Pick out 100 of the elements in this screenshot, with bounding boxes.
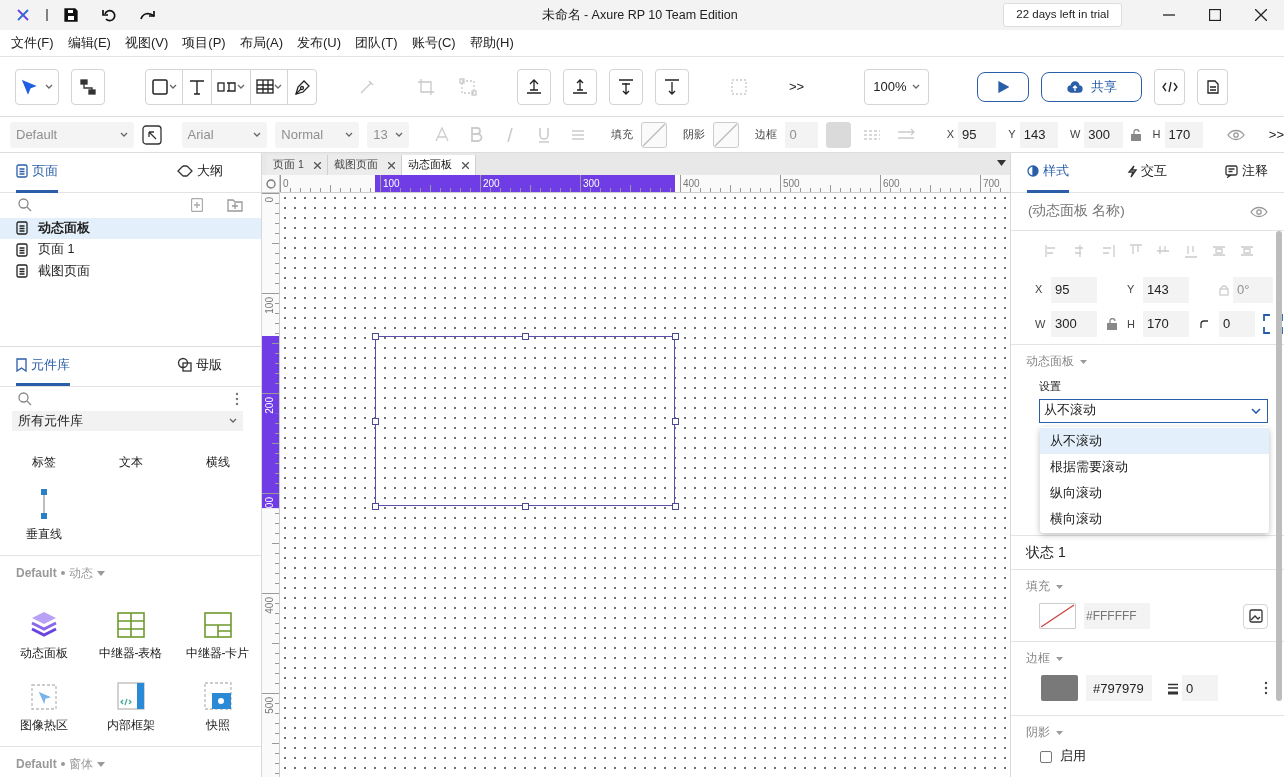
panel-tab[interactable]: 元件库 (16, 346, 70, 387)
visibility-icon[interactable] (1250, 205, 1268, 218)
tabs-menu-icon[interactable] (997, 159, 1006, 166)
document-button[interactable] (1197, 68, 1229, 105)
ruler-origin-icon[interactable] (265, 178, 276, 189)
widget-name-field[interactable]: (动态面板 名称) (1026, 200, 1250, 223)
fill-swatch[interactable] (641, 121, 668, 148)
geometry-field[interactable]: 300 (1084, 121, 1123, 148)
line-weight-icon[interactable] (1168, 683, 1178, 696)
section-title[interactable]: 动态面板 (1026, 353, 1074, 371)
geometry-field[interactable]: 95 (1051, 276, 1097, 303)
caret-icon[interactable] (1056, 730, 1063, 735)
resize-handle[interactable] (521, 502, 529, 510)
dropdown-option[interactable]: 从不滚动 (1040, 428, 1269, 454)
widget-label[interactable]: 中继器-卡片 (185, 644, 250, 662)
geometry-field[interactable]: 170 (1143, 311, 1189, 337)
close-icon[interactable] (387, 161, 395, 169)
menu-item[interactable]: 布局(A) (232, 33, 290, 53)
inspector-tab[interactable]: 注释 (1225, 152, 1268, 193)
lock-icon[interactable] (1107, 318, 1117, 330)
inspector-tab[interactable]: 样式 (1027, 152, 1069, 193)
more-format-button[interactable]: >> (1268, 124, 1284, 145)
code-button[interactable] (1154, 68, 1186, 105)
state-name[interactable]: 状态 1 (1026, 542, 1066, 563)
scrollbar[interactable] (1276, 231, 1282, 701)
menu-item[interactable]: 项目(P) (175, 33, 233, 53)
dynamic-panel-selection[interactable] (375, 336, 675, 506)
image-fill-button[interactable] (1243, 603, 1268, 629)
close-icon[interactable] (461, 161, 469, 169)
menu-item[interactable]: 编辑(E) (60, 33, 118, 53)
document-tab[interactable]: 动态面板 (401, 155, 476, 175)
page-list-item[interactable]: 动态面板 (0, 217, 261, 239)
share-button[interactable]: 共享 (1041, 71, 1143, 102)
add-folder-icon[interactable] (227, 198, 243, 213)
widget-label[interactable]: 快照 (205, 716, 230, 734)
close-icon[interactable] (1255, 9, 1267, 21)
panel-tab[interactable]: 母版 (177, 346, 223, 387)
caret-icon[interactable] (237, 83, 245, 90)
resize-handle[interactable] (371, 502, 379, 510)
menu-item[interactable]: 文件(F) (4, 33, 61, 53)
menu-item[interactable]: 帮助(H) (462, 33, 521, 53)
caret-icon[interactable] (1056, 656, 1063, 661)
panel-tab[interactable]: 大纲 (176, 152, 223, 193)
menu-item[interactable]: 账号(C) (404, 33, 463, 53)
border-color-swatch[interactable] (826, 121, 851, 148)
geometry-field[interactable]: 95 (958, 121, 997, 148)
redo-icon[interactable] (140, 9, 156, 21)
inspector-tab[interactable]: 交互 (1127, 152, 1168, 193)
search-icon[interactable] (18, 198, 32, 213)
border-color-field[interactable]: #797979 (1086, 675, 1152, 702)
resize-handle[interactable] (371, 332, 379, 340)
widget-label[interactable]: 垂直线 (25, 525, 62, 543)
caret-icon[interactable] (96, 570, 105, 576)
library-select[interactable]: 所有元件库 (12, 411, 243, 431)
menu-item[interactable]: 发布(U) (290, 33, 349, 53)
fill-swatch[interactable] (1039, 603, 1076, 630)
visibility-icon[interactable] (1226, 129, 1245, 142)
geometry-field[interactable]: 300 (1051, 311, 1097, 337)
document-tab[interactable]: 截图页面 (327, 155, 402, 175)
bring-forward-button[interactable] (563, 68, 597, 105)
widget-label[interactable]: 图像热区 (19, 716, 68, 734)
caret-icon[interactable] (1056, 584, 1063, 589)
section-title[interactable]: 边框 (1026, 650, 1050, 668)
geometry-field[interactable]: 143 (1143, 276, 1189, 303)
resize-handle[interactable] (671, 332, 679, 340)
resize-handle[interactable] (671, 417, 679, 425)
save-icon[interactable] (64, 8, 78, 22)
bring-to-front-button[interactable] (517, 68, 551, 105)
more-tools-button[interactable]: >> (789, 76, 805, 97)
caret-icon[interactable] (274, 83, 282, 90)
dropdown-option[interactable]: 横向滚动 (1040, 506, 1269, 532)
connector-tool-button[interactable] (71, 68, 105, 105)
shadow-swatch[interactable] (713, 121, 740, 148)
caret-icon[interactable] (169, 83, 177, 90)
widget-label[interactable]: 中继器-表格 (98, 644, 163, 662)
resize-handle[interactable] (521, 332, 529, 340)
caret-icon[interactable] (45, 83, 53, 90)
pointer-tool-button[interactable] (15, 68, 59, 105)
checkbox-label[interactable]: 启用 (1060, 747, 1086, 766)
widget-label[interactable]: 内部框架 (106, 716, 155, 734)
widget-label[interactable]: 动态面板 (19, 644, 68, 662)
page-list-item[interactable]: 页面 1 (0, 238, 261, 261)
preview-button[interactable] (977, 71, 1030, 102)
page-list-item[interactable]: 截图页面 (0, 260, 261, 282)
widget-label[interactable]: 标签 (31, 453, 56, 471)
resize-handle[interactable] (371, 417, 379, 425)
corner-radius-field[interactable]: 0 (1219, 311, 1255, 337)
caret-icon[interactable] (96, 761, 105, 767)
geometry-field[interactable]: 170 (1164, 121, 1203, 148)
maximize-icon[interactable] (1209, 9, 1221, 21)
menu-item[interactable]: 团队(T) (348, 33, 405, 53)
send-to-back-button[interactable] (655, 68, 689, 105)
style-editor-icon[interactable] (141, 124, 162, 145)
scroll-select[interactable]: 从不滚动 (1039, 398, 1268, 423)
geometry-field[interactable]: 143 (1019, 121, 1058, 148)
search-icon[interactable] (18, 392, 32, 406)
fill-color-field[interactable]: #FFFFFF (1084, 603, 1150, 630)
more-options-icon[interactable] (1264, 681, 1268, 696)
menu-item[interactable]: 视图(V) (117, 33, 176, 53)
lock-icon[interactable] (1130, 129, 1141, 142)
